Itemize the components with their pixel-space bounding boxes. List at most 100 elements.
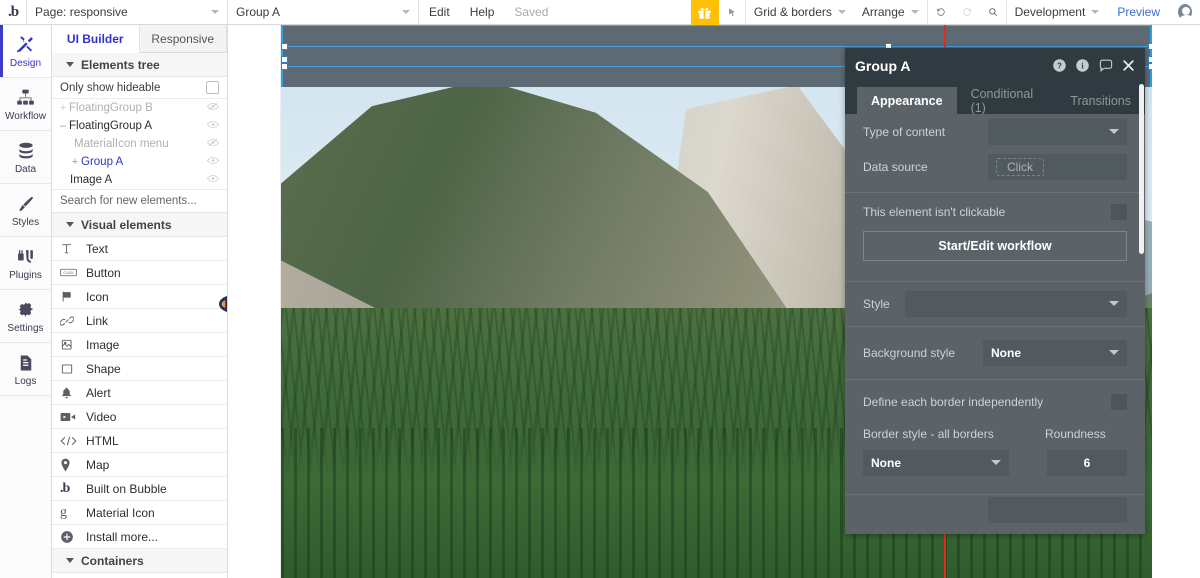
visual-elements-section-header[interactable]: Visual elements <box>52 213 227 237</box>
rail-label: Styles <box>11 216 40 228</box>
tab-appearance[interactable]: Appearance <box>857 87 957 114</box>
rail-item-styles[interactable]: Styles <box>0 184 51 237</box>
element-item-map[interactable]: Map <box>52 453 227 477</box>
help-icon[interactable]: ? <box>1052 58 1067 73</box>
eye-hidden-icon[interactable] <box>207 102 219 114</box>
element-item-alert[interactable]: Alert <box>52 381 227 405</box>
data-source-placeholder[interactable]: Click <box>996 158 1044 176</box>
start-edit-workflow-button[interactable]: Start/Edit workflow <box>863 231 1127 261</box>
search-icon[interactable] <box>980 0 1006 24</box>
rail-item-settings[interactable]: Settings <box>0 290 51 343</box>
element-item-icon[interactable]: Icon <box>52 285 227 309</box>
left-panel: UI Builder Responsive Elements tree Only… <box>52 25 228 578</box>
arrange-menu[interactable]: Arrange <box>854 0 927 24</box>
expand-icon[interactable]: + <box>70 156 80 168</box>
chevron-down-icon <box>1109 301 1119 306</box>
search-elements-field[interactable]: Search for new elements... <box>52 189 227 213</box>
element-item-image[interactable]: Image <box>52 333 227 357</box>
containers-section-header[interactable]: Containers <box>52 549 227 573</box>
left-nav-rail: Design Workflow Data Styles Plugins Sett… <box>0 25 52 578</box>
element-item-built-on-bubble[interactable]: .b Built on Bubble <box>52 477 227 501</box>
header-band-top[interactable] <box>281 25 1152 46</box>
tree-item-floatinggroup-a[interactable]: – FloatingGroup A <box>52 117 227 135</box>
element-item-material-icon[interactable]: g Material Icon <box>52 501 227 525</box>
rail-item-design[interactable]: Design <box>0 25 51 78</box>
collapse-icon[interactable]: – <box>58 120 68 132</box>
version-select[interactable]: Development <box>1007 0 1108 24</box>
element-item-html[interactable]: HTML <box>52 429 227 453</box>
background-style-select[interactable]: None <box>983 340 1127 366</box>
type-of-content-select[interactable] <box>988 119 1127 145</box>
rail-item-plugins[interactable]: Plugins <box>0 237 51 290</box>
only-show-hideable-row[interactable]: Only show hideable <box>52 77 227 99</box>
element-item-text[interactable]: Text <box>52 237 227 261</box>
property-panel-title: Group A <box>855 57 911 74</box>
tree-item-group-a[interactable]: + Group A <box>52 153 227 171</box>
rail-item-data[interactable]: Data <box>0 131 51 184</box>
property-editor-panel[interactable]: Group A ? i Appearance Conditional (1) T… <box>845 48 1145 534</box>
data-source-label: Data source <box>863 160 928 174</box>
code-icon <box>60 435 86 447</box>
border-style-select[interactable]: None <box>863 450 1009 476</box>
elements-tree-section-header[interactable]: Elements tree <box>52 53 227 77</box>
background-style-label: Background style <box>863 346 956 360</box>
partial-field[interactable] <box>988 497 1127 523</box>
tab-responsive[interactable]: Responsive <box>139 25 227 52</box>
cursor-icon[interactable] <box>719 0 745 24</box>
rail-item-workflow[interactable]: Workflow <box>0 78 51 131</box>
undo-icon[interactable] <box>928 0 954 24</box>
tab-conditional[interactable]: Conditional (1) <box>957 87 1057 115</box>
tab-ui-builder[interactable]: UI Builder <box>52 25 140 53</box>
save-status: Saved <box>514 5 549 19</box>
element-item-install-more[interactable]: Install more... <box>52 525 227 549</box>
bell-icon <box>60 386 86 400</box>
avatar[interactable] <box>1170 0 1200 24</box>
only-show-hideable-checkbox[interactable] <box>206 81 219 94</box>
rail-item-logs[interactable]: Logs <box>0 343 51 396</box>
resize-handle[interactable] <box>281 63 288 70</box>
gift-icon[interactable] <box>690 0 719 25</box>
page-select[interactable]: Page: responsive <box>27 0 227 24</box>
resize-handle[interactable] <box>281 43 288 50</box>
roundness-select[interactable]: 6 <box>1047 450 1127 476</box>
element-select[interactable]: Group A <box>228 0 418 24</box>
containers-title: Containers <box>81 553 144 568</box>
resize-handle[interactable] <box>1148 56 1152 63</box>
rail-label: Plugins <box>9 269 42 281</box>
tree-item-materialicon-menu[interactable]: MaterialIcon menu <box>52 135 227 153</box>
visual-elements-title: Visual elements <box>81 217 172 232</box>
tree-item-image-a[interactable]: Image A <box>52 171 227 189</box>
element-item-button[interactable]: CLICK Button <box>52 261 227 285</box>
resize-handle[interactable] <box>281 56 288 63</box>
element-item-video[interactable]: Video <box>52 405 227 429</box>
bubble-logo-icon[interactable]: .b <box>0 0 26 24</box>
element-item-link[interactable]: Link <box>52 309 227 333</box>
tab-transitions[interactable]: Transitions <box>1056 87 1145 114</box>
preview-button[interactable]: Preview <box>1107 0 1170 24</box>
menu-help[interactable]: Help <box>460 0 505 24</box>
eye-hidden-icon[interactable] <box>207 138 219 150</box>
expand-icon[interactable]: + <box>58 102 68 114</box>
resize-handle[interactable] <box>1148 43 1152 50</box>
comment-icon[interactable] <box>1098 58 1114 73</box>
border-controls-row: None 6 <box>845 444 1145 482</box>
property-panel-scrollbar[interactable] <box>1139 84 1144 254</box>
define-borders-checkbox[interactable] <box>1111 394 1127 410</box>
element-item-shape[interactable]: Shape <box>52 357 227 381</box>
menu-edit[interactable]: Edit <box>419 0 460 24</box>
panel-collapse-icon[interactable] <box>219 296 228 312</box>
tree-item-floatinggroup-b[interactable]: + FloatingGroup B <box>52 99 227 117</box>
eye-icon[interactable] <box>207 174 219 186</box>
resize-handle[interactable] <box>1148 63 1152 70</box>
data-source-field[interactable]: Click <box>988 154 1127 180</box>
chevron-down-icon <box>66 558 74 563</box>
close-icon[interactable] <box>1122 59 1135 72</box>
not-clickable-checkbox[interactable] <box>1111 204 1127 220</box>
eye-icon[interactable] <box>207 156 219 168</box>
element-item-label: Icon <box>86 289 109 304</box>
info-icon[interactable]: i <box>1075 58 1090 73</box>
eye-icon[interactable] <box>207 120 219 132</box>
style-select[interactable] <box>905 291 1127 317</box>
grid-borders-menu[interactable]: Grid & borders <box>746 0 854 24</box>
redo-icon[interactable] <box>954 0 980 24</box>
